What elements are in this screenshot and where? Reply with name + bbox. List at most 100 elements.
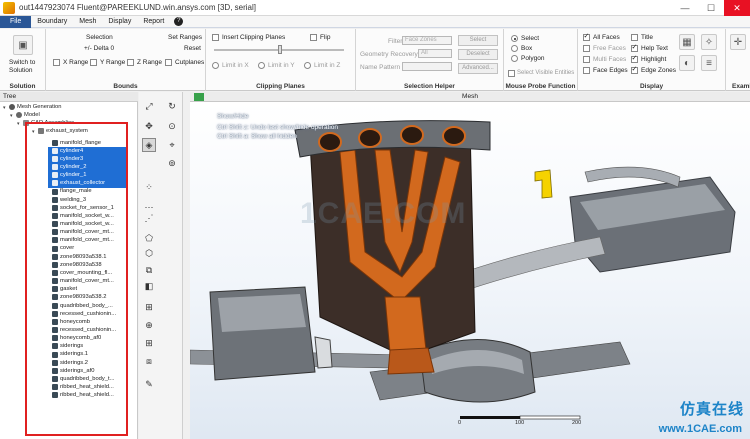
probe-polygon-radio[interactable] — [511, 55, 518, 62]
tree-item[interactable]: zone98093a538 — [52, 261, 102, 269]
tree-item[interactable]: siderings.2 — [52, 359, 88, 367]
probe-icon[interactable]: ⌖ — [165, 138, 179, 152]
tree-item[interactable]: siderings.1 — [52, 350, 88, 358]
add-select-icon[interactable]: ⊞ — [142, 300, 156, 314]
menu-file[interactable]: File — [0, 15, 32, 28]
z-range-checkbox[interactable] — [127, 59, 134, 66]
reset-button[interactable]: Reset — [184, 45, 201, 52]
filter-select[interactable]: Face Zones — [402, 36, 452, 45]
tree-item[interactable]: manifold_socket_w... — [52, 212, 114, 220]
collapse-icon[interactable]: ▾ — [32, 129, 35, 135]
delta-field[interactable]: +/- Delta 0 — [84, 45, 114, 52]
switch-to-solution-label-1[interactable]: Switch to — [9, 59, 35, 66]
tree-item[interactable]: quadribbed_body_... — [52, 302, 113, 310]
limit-y-radio[interactable] — [258, 62, 265, 69]
tree-item[interactable]: zone98093a538.1 — [52, 253, 106, 261]
limit-z-radio[interactable] — [304, 62, 311, 69]
deselect-button[interactable]: Deselect — [458, 49, 498, 60]
multi-faces-checkbox[interactable] — [583, 56, 590, 63]
edge-select-2-icon[interactable]: ⋰ — [142, 211, 156, 225]
tree-item[interactable]: manifold_socket_w... — [52, 220, 114, 228]
name-pattern-input[interactable] — [402, 62, 452, 71]
tree-item[interactable]: siderings — [52, 342, 83, 350]
tree-item[interactable]: manifold_cover_mt... — [52, 277, 114, 285]
switch-to-solution-label-2[interactable]: Solution — [9, 67, 33, 74]
insert-clipping-checkbox[interactable] — [212, 34, 219, 41]
rotate-view-icon[interactable]: ↻ — [165, 99, 179, 113]
tree-item-exhaust-system[interactable]: exhaust_system — [38, 127, 88, 135]
tree-item[interactable]: socket_for_sensor_1 — [52, 204, 114, 212]
collapse-icon[interactable]: ▾ — [3, 105, 6, 111]
cutplanes-checkbox[interactable] — [165, 59, 172, 66]
help-text-checkbox[interactable] — [631, 43, 638, 52]
zone-select-icon[interactable]: ⬡ — [142, 246, 156, 260]
help-icon[interactable]: ? — [174, 17, 184, 26]
tree-item[interactable]: cylinder_1 — [48, 171, 126, 180]
flip-checkbox[interactable] — [310, 34, 317, 41]
free-faces-checkbox[interactable] — [583, 45, 590, 52]
tree-item[interactable]: quadribbed_body_t... — [52, 375, 114, 383]
select-button[interactable]: Select — [458, 35, 498, 46]
pan-icon[interactable]: ✥ — [142, 119, 156, 133]
edge-zones-checkbox[interactable] — [631, 65, 638, 74]
probe-select-radio[interactable] — [511, 35, 518, 42]
tree-item[interactable]: gasket — [52, 285, 77, 293]
tree-item[interactable]: cover — [52, 244, 74, 252]
select-cube-icon[interactable]: ◈ — [142, 138, 156, 152]
tree-item[interactable]: manifold_cover_mt... — [52, 236, 114, 244]
menu-display[interactable]: Display — [102, 18, 137, 25]
x-range-checkbox[interactable] — [53, 59, 60, 66]
fit-view-icon[interactable]: ⤢ — [142, 99, 156, 113]
menu-mesh[interactable]: Mesh — [73, 18, 102, 25]
clipping-slider-thumb[interactable] — [278, 45, 282, 54]
node-select-icon[interactable]: ⁘ — [142, 180, 156, 194]
title-checkbox[interactable] — [631, 34, 638, 41]
tree-item[interactable]: manifold_cover_mt... — [52, 228, 114, 236]
tree-item[interactable]: ribbed_heat_shield... — [52, 383, 114, 391]
tree-item[interactable]: honeycomb — [52, 318, 90, 326]
examine-icon[interactable]: ✛ — [730, 34, 746, 50]
add-object-icon[interactable]: ⊞ — [142, 336, 156, 350]
display-faces-icon[interactable]: ▦ — [679, 34, 695, 50]
zoom-icon[interactable]: ⊙ — [165, 119, 179, 133]
tree-item[interactable]: recessed_cushionin... — [52, 326, 116, 334]
tree-item[interactable]: manifold_flange — [52, 139, 101, 147]
tree-item[interactable]: flange_male — [52, 187, 92, 195]
tree-item[interactable]: exhaust_collector — [48, 179, 126, 188]
menu-report[interactable]: Report — [137, 18, 170, 25]
tree-item[interactable]: zone98093a538.2 — [52, 293, 106, 301]
highlight-checkbox[interactable] — [631, 54, 638, 63]
tree-item[interactable]: honeycomb_af0 — [52, 334, 101, 342]
mesh-viewport[interactable]: Show/Hide Ctrl Shift z: Undo last show/h… — [190, 102, 750, 439]
tree-item[interactable]: ribbed_heat_shield... — [52, 391, 114, 399]
geometry-recovery-select[interactable]: All — [418, 49, 452, 58]
add-zone-icon[interactable]: ⊕ — [142, 318, 156, 332]
tree-item[interactable]: cylinder_2 — [48, 162, 126, 172]
tree-item[interactable]: cylinder4 — [48, 146, 126, 155]
probe-box-radio[interactable] — [511, 45, 518, 52]
tree-item[interactable]: siderings_af0 — [52, 367, 94, 375]
close-icon[interactable]: ✕ — [724, 0, 750, 16]
tree-item[interactable]: cylinder3 — [48, 154, 126, 164]
tree-item[interactable]: recessed_cushionin... — [52, 310, 116, 318]
face-select-icon[interactable]: ⬠ — [142, 231, 156, 245]
minimize-icon[interactable]: — — [672, 0, 698, 16]
object-select-icon[interactable]: ◧ — [142, 279, 156, 293]
cell-select-icon[interactable]: ⧉ — [142, 263, 156, 277]
set-ranges-button[interactable]: Set Ranges — [168, 34, 202, 41]
collapse-icon[interactable]: ▾ — [10, 113, 13, 119]
split-icon[interactable]: ⧈ — [142, 354, 156, 368]
display-lines-icon[interactable]: ≡ — [701, 55, 717, 71]
display-lighting-icon[interactable]: ◐ — [679, 55, 695, 71]
y-range-checkbox[interactable] — [90, 59, 97, 66]
advanced-button[interactable]: Advanced... — [458, 63, 498, 74]
visible-entities-checkbox[interactable] — [508, 70, 515, 77]
limit-x-radio[interactable] — [212, 62, 219, 69]
collapse-icon[interactable]: ▾ — [17, 121, 20, 127]
tree-item[interactable]: cover_mounting_fl... — [52, 269, 112, 277]
pencil-icon[interactable]: ✎ — [142, 377, 156, 391]
tree-item[interactable]: welding_3 — [52, 196, 86, 204]
maximize-icon[interactable]: ☐ — [698, 0, 724, 16]
mesh-tab[interactable]: Mesh — [190, 92, 750, 102]
switch-to-solution-icon[interactable]: ▣ — [13, 35, 33, 55]
